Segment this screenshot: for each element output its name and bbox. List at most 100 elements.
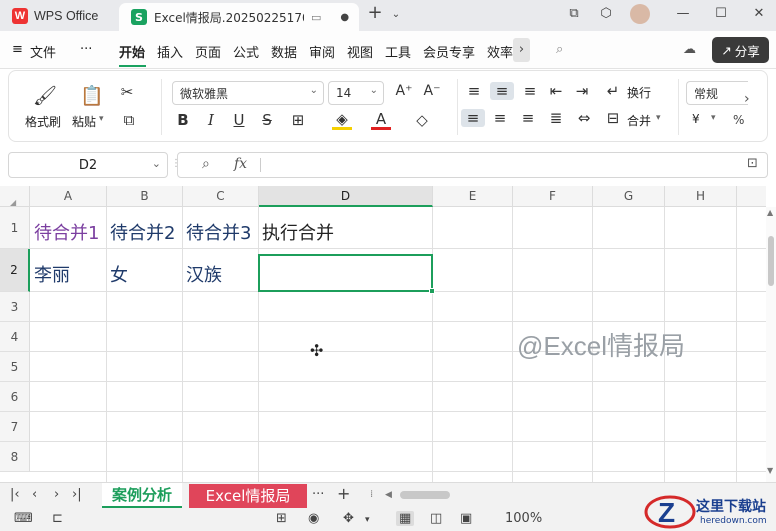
paste-label[interactable]: 粘贴 <box>72 113 96 130</box>
cell-a2[interactable]: 李丽 <box>34 261 70 287</box>
wrap-text-icon[interactable]: ↵ <box>603 82 623 100</box>
column-header-h[interactable]: H <box>665 186 737 207</box>
formula-input[interactable]: ⌕ fx ⊡ <box>177 152 768 178</box>
increase-font-icon[interactable]: A⁺ <box>394 83 414 99</box>
cell-c2[interactable]: 汉族 <box>186 261 222 287</box>
cube-icon[interactable]: ⬡ <box>597 6 615 21</box>
align-left-icon[interactable]: ≡ <box>461 109 485 127</box>
distribute-icon[interactable]: ⇔ <box>574 109 594 127</box>
paste-dropdown-icon[interactable]: ▾ <box>99 114 104 124</box>
minimize-icon[interactable]: — <box>674 6 692 21</box>
fill-color-icon[interactable]: ◈ <box>332 111 352 130</box>
unsaved-dot-icon[interactable]: ● <box>340 12 349 23</box>
row-header-2[interactable]: 2 <box>0 249 30 292</box>
expand-formula-icon[interactable]: ⊡ <box>747 156 758 171</box>
scroll-down-icon[interactable]: ▼ <box>767 466 773 475</box>
merge-label[interactable]: 合并 <box>627 112 651 129</box>
first-sheet-icon[interactable]: |‹ <box>10 487 20 502</box>
row-header-4[interactable]: 4 <box>0 322 30 352</box>
monitor-icon[interactable]: ▭ <box>311 11 321 24</box>
sheet-tab-analysis[interactable]: 案例分析 <box>102 483 182 508</box>
page-break-view-icon[interactable]: ◫ <box>430 511 442 526</box>
align-center-icon[interactable]: ≡ <box>490 109 510 127</box>
column-header-c[interactable]: C <box>183 186 259 207</box>
wrap-text-label[interactable]: 换行 <box>627 84 651 101</box>
merge-dropdown-icon[interactable]: ▾ <box>656 113 661 123</box>
menu-tab-review[interactable]: 审阅 <box>309 42 335 61</box>
merge-cells-icon[interactable]: ⊟ <box>603 109 623 127</box>
next-sheet-icon[interactable]: › <box>54 487 59 502</box>
menu-tab-efficiency[interactable]: 效率 <box>487 42 513 61</box>
select-all-corner[interactable]: ◢ <box>0 186 30 207</box>
window-layout-icon[interactable]: ⧉ <box>565 6 583 21</box>
macro-icon[interactable]: ⌨ <box>14 511 33 526</box>
cloud-upload-icon[interactable]: ☁ <box>683 42 696 57</box>
spreadsheet-grid[interactable]: ◢ A B C D E F G H 1 2 3 4 5 6 7 8 待合并1 待… <box>0 186 776 482</box>
zoom-search-icon[interactable]: ⌕ <box>202 156 210 172</box>
sheet-view-icon[interactable]: ⊏ <box>52 511 63 526</box>
number-format-select[interactable]: 常规 <box>686 81 748 105</box>
more-sheets-button[interactable]: ··· <box>312 487 324 502</box>
normal-view-icon[interactable]: ▦ <box>396 511 415 526</box>
menu-tab-insert[interactable]: 插入 <box>157 42 183 61</box>
align-right-icon[interactable]: ≡ <box>518 109 538 127</box>
font-color-icon[interactable]: A <box>371 111 391 130</box>
prev-sheet-icon[interactable]: ‹ <box>32 487 37 502</box>
cell-b1[interactable]: 待合并2 <box>110 219 175 245</box>
selected-cell-d2[interactable] <box>258 254 433 292</box>
menu-file[interactable]: 文件 <box>30 42 56 61</box>
zoom-level[interactable]: 100% <box>505 511 542 526</box>
italic-icon[interactable]: I <box>201 111 221 129</box>
justify-icon[interactable]: ≣ <box>546 109 566 127</box>
menu-more[interactable]: ··· <box>80 42 92 57</box>
row-header-5[interactable]: 5 <box>0 352 30 382</box>
decrease-font-icon[interactable]: A⁻ <box>422 83 442 99</box>
column-header-a[interactable]: A <box>30 186 107 207</box>
maximize-icon[interactable]: ☐ <box>712 6 730 21</box>
border-icon[interactable]: ⊞ <box>288 111 308 129</box>
cut-icon[interactable]: ✂ <box>117 83 137 101</box>
fx-icon[interactable]: fx <box>234 156 247 172</box>
row-header-1[interactable]: 1 <box>0 207 30 249</box>
wps-home-tab[interactable]: W WPS Office <box>6 3 114 29</box>
menu-tab-formula[interactable]: 公式 <box>233 42 259 61</box>
add-sheet-button[interactable]: + <box>337 484 350 503</box>
menu-tab-member[interactable]: 会员专享 <box>423 42 475 61</box>
ribbon-expand-icon[interactable]: › <box>744 91 750 107</box>
font-name-select[interactable]: 微软雅黑 ⌄ <box>172 81 324 105</box>
indent-increase-icon[interactable]: ⇥ <box>572 82 592 100</box>
menu-tab-home[interactable]: 开始 <box>119 42 145 61</box>
focus-dropdown-icon[interactable]: ▾ <box>365 515 370 525</box>
row-header-7[interactable]: 7 <box>0 412 30 442</box>
row-header-3[interactable]: 3 <box>0 292 30 322</box>
horizontal-scroll-thumb[interactable] <box>400 491 450 499</box>
fill-handle[interactable] <box>429 288 435 294</box>
row-header-8[interactable]: 8 <box>0 442 30 472</box>
vertical-scroll-thumb[interactable] <box>768 236 774 286</box>
avatar[interactable] <box>630 4 650 24</box>
split-handle-icon[interactable]: ⁞ <box>370 489 373 500</box>
sheet-tab-excel[interactable]: Excel情报局 <box>189 484 307 508</box>
hamburger-icon[interactable]: ≡ <box>12 42 23 57</box>
align-top-icon[interactable]: ≡ <box>464 82 484 100</box>
last-sheet-icon[interactable]: ›| <box>72 487 82 502</box>
new-tab-button[interactable]: + <box>366 2 384 23</box>
align-middle-icon[interactable]: ≡ <box>490 82 514 100</box>
share-button[interactable]: ↗ 分享 <box>712 37 769 63</box>
scroll-up-icon[interactable]: ▲ <box>767 208 773 217</box>
reading-view-icon[interactable]: ▣ <box>460 511 472 526</box>
close-icon[interactable]: ✕ <box>750 6 768 21</box>
eye-protection-icon[interactable]: ◉ <box>308 511 319 526</box>
cell-c1[interactable]: 待合并3 <box>186 219 251 245</box>
format-painter-label[interactable]: 格式刷 <box>25 113 61 130</box>
row-header-6[interactable]: 6 <box>0 382 30 412</box>
font-size-select[interactable]: 14 ⌄ <box>328 81 384 105</box>
cell-d1[interactable]: 执行合并 <box>262 219 334 245</box>
clear-format-icon[interactable]: ◇ <box>412 111 432 129</box>
menu-scroll-right-icon[interactable]: › <box>513 38 530 62</box>
paste-icon[interactable]: 📋 <box>80 84 104 107</box>
percent-icon[interactable]: % <box>733 113 744 127</box>
column-header-g[interactable]: G <box>593 186 665 207</box>
name-box[interactable]: D2 ⌄ <box>8 152 168 178</box>
menu-tab-tools[interactable]: 工具 <box>385 42 411 61</box>
